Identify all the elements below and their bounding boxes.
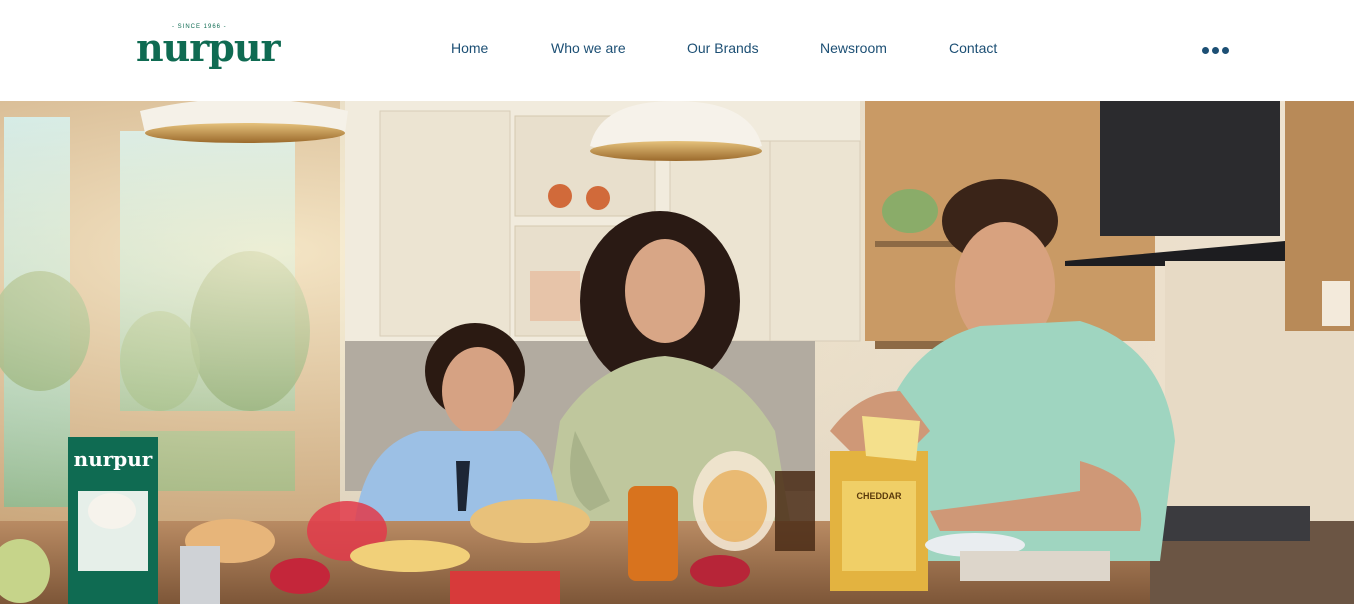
ellipsis-icon <box>1212 46 1219 54</box>
more-menu-button[interactable] <box>1202 44 1232 56</box>
nurpur-logo[interactable]: - SINCE 1966 - nurpur <box>136 22 280 78</box>
cheese-box-label: CHEDDAR <box>857 491 903 501</box>
nav-newsroom[interactable]: Newsroom <box>820 40 887 56</box>
hero-banner: CHEDDAR nurpur <box>0 101 1354 604</box>
nav-who-we-are[interactable]: Who we are <box>551 40 626 56</box>
ellipsis-icon <box>1222 46 1229 54</box>
site-header: - SINCE 1966 - nurpur Home Who we are Ou… <box>0 0 1354 101</box>
milk-pack-brand: nurpur <box>74 447 153 471</box>
logo-wordmark: nurpur <box>136 25 280 70</box>
nav-our-brands[interactable]: Our Brands <box>687 40 759 56</box>
hero-image: CHEDDAR nurpur <box>0 101 1354 604</box>
nav-contact[interactable]: Contact <box>949 40 997 56</box>
ellipsis-icon <box>1202 46 1209 54</box>
nav-home[interactable]: Home <box>451 40 488 56</box>
